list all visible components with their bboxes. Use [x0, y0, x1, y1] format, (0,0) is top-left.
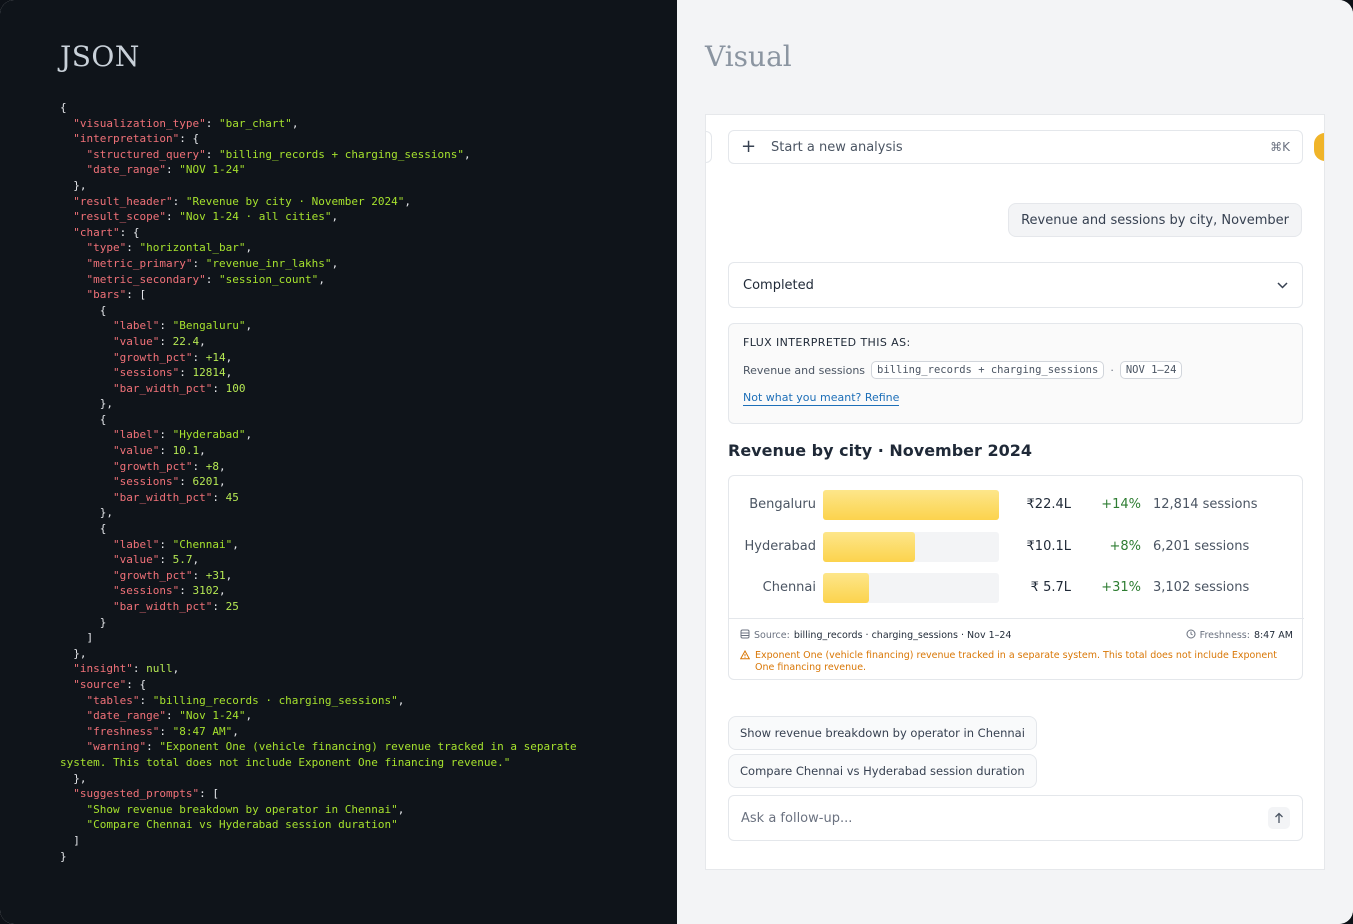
bar-row-chennai: Chennai ₹ 5.7L +31% 3,102 sessions: [729, 573, 1304, 603]
result-header: Revenue by city · November 2024: [728, 441, 1033, 460]
bar-row-hyderabad: Hyderabad ₹10.1L +8% 6,201 sessions: [729, 532, 1304, 562]
bar-growth: +14%: [1101, 497, 1141, 512]
bar-label: Hyderabad: [744, 539, 817, 554]
suggested-prompt[interactable]: Compare Chennai vs Hyderabad session dur…: [728, 754, 1037, 788]
bar-sessions: 3,102 sessions: [1153, 580, 1250, 595]
source-info: Source: billing_records · charging_sessi…: [740, 629, 1011, 642]
query-chip: billing_records + charging_sessions: [871, 361, 1105, 379]
bar-fill: [823, 532, 915, 562]
warning-text: Exponent One (vehicle financing) revenue…: [755, 650, 1277, 673]
chevron-down-icon[interactable]: [1276, 279, 1288, 291]
bar-value: ₹10.1L: [1026, 539, 1071, 554]
bar-sessions: 12,814 sessions: [1153, 497, 1258, 512]
interpretation-title: FLUX INTERPRETED THIS AS:: [743, 336, 911, 349]
bar-label: Bengaluru: [749, 497, 816, 512]
avatar[interactable]: [1314, 133, 1324, 161]
shortcut-hint: ⌘K: [1270, 140, 1290, 154]
json-panel-title: JSON: [60, 40, 140, 73]
bar-growth: +8%: [1109, 539, 1141, 554]
followup-placeholder: Ask a follow-up...: [741, 810, 853, 826]
refine-link[interactable]: Not what you meant? Refine: [743, 391, 900, 406]
suggested-prompt[interactable]: Show revenue breakdown by operator in Ch…: [728, 716, 1037, 750]
status-accordion[interactable]: Completed: [728, 262, 1303, 308]
bar-chart-card: Bengaluru ₹22.4L +14% 12,814 sessions Hy…: [728, 475, 1304, 681]
user-message-bubble: Revenue and sessions by city, November: [1008, 203, 1302, 237]
clock-icon: [1186, 629, 1196, 642]
interpretation-box: FLUX INTERPRETED THIS AS: Revenue and se…: [728, 323, 1303, 424]
visual-panel-title: Visual: [705, 40, 792, 73]
footer-meta-row: Source: billing_records · charging_sessi…: [740, 629, 1293, 642]
bar-label: Chennai: [762, 580, 816, 595]
bar-track: [823, 532, 999, 562]
bar-fill: [823, 573, 869, 603]
interpretation-prefix: Revenue and sessions: [743, 363, 866, 377]
side-panel-edge: [706, 131, 712, 163]
plus-icon: +: [741, 136, 757, 157]
arrow-up-icon: [1275, 812, 1283, 823]
source-label: Source:: [754, 630, 790, 641]
warning-icon: [739, 649, 751, 674]
bar-track: [823, 573, 999, 603]
freshness-info: Freshness: 8:47 AM: [1186, 629, 1293, 642]
bar-value: ₹ 5.7L: [1030, 580, 1071, 595]
warning-row: Exponent One (vehicle financing) revenue…: [739, 649, 1293, 674]
bar-growth: +31%: [1101, 580, 1141, 595]
send-button[interactable]: [1268, 807, 1290, 829]
app-frame: JSON { "visualization_type": "bar_chart"…: [0, 0, 1353, 924]
interpretation-row: Revenue and sessions billing_records + c…: [743, 361, 1288, 379]
date-chip: NOV 1–24: [1119, 361, 1183, 379]
app-window: + Start a new analysis ⌘K Revenue and se…: [705, 114, 1325, 870]
new-analysis-bar[interactable]: + Start a new analysis ⌘K: [728, 130, 1303, 164]
database-icon: [740, 629, 750, 642]
source-value: billing_records · charging_sessions · No…: [793, 630, 1012, 641]
bar-fill: [823, 490, 999, 520]
chart-footer: Source: billing_records · charging_sessi…: [729, 618, 1304, 681]
freshness-value: 8:47 AM: [1253, 630, 1293, 641]
chip-separator: ·: [1110, 363, 1114, 377]
json-code-block: { "visualization_type": "bar_chart", "in…: [60, 101, 577, 863]
bar-track: [823, 490, 999, 520]
bar-row-bengaluru: Bengaluru ₹22.4L +14% 12,814 sessions: [729, 490, 1304, 520]
visual-panel: Visual + Start a new analysis ⌘K Revenue…: [677, 0, 1353, 924]
json-panel: JSON { "visualization_type": "bar_chart"…: [0, 0, 677, 924]
followup-input[interactable]: Ask a follow-up...: [728, 795, 1303, 841]
bar-value: ₹22.4L: [1026, 497, 1071, 512]
bar-sessions: 6,201 sessions: [1153, 539, 1250, 554]
freshness-label: Freshness:: [1199, 630, 1250, 641]
new-analysis-label: Start a new analysis: [771, 139, 903, 155]
status-label: Completed: [743, 277, 814, 293]
